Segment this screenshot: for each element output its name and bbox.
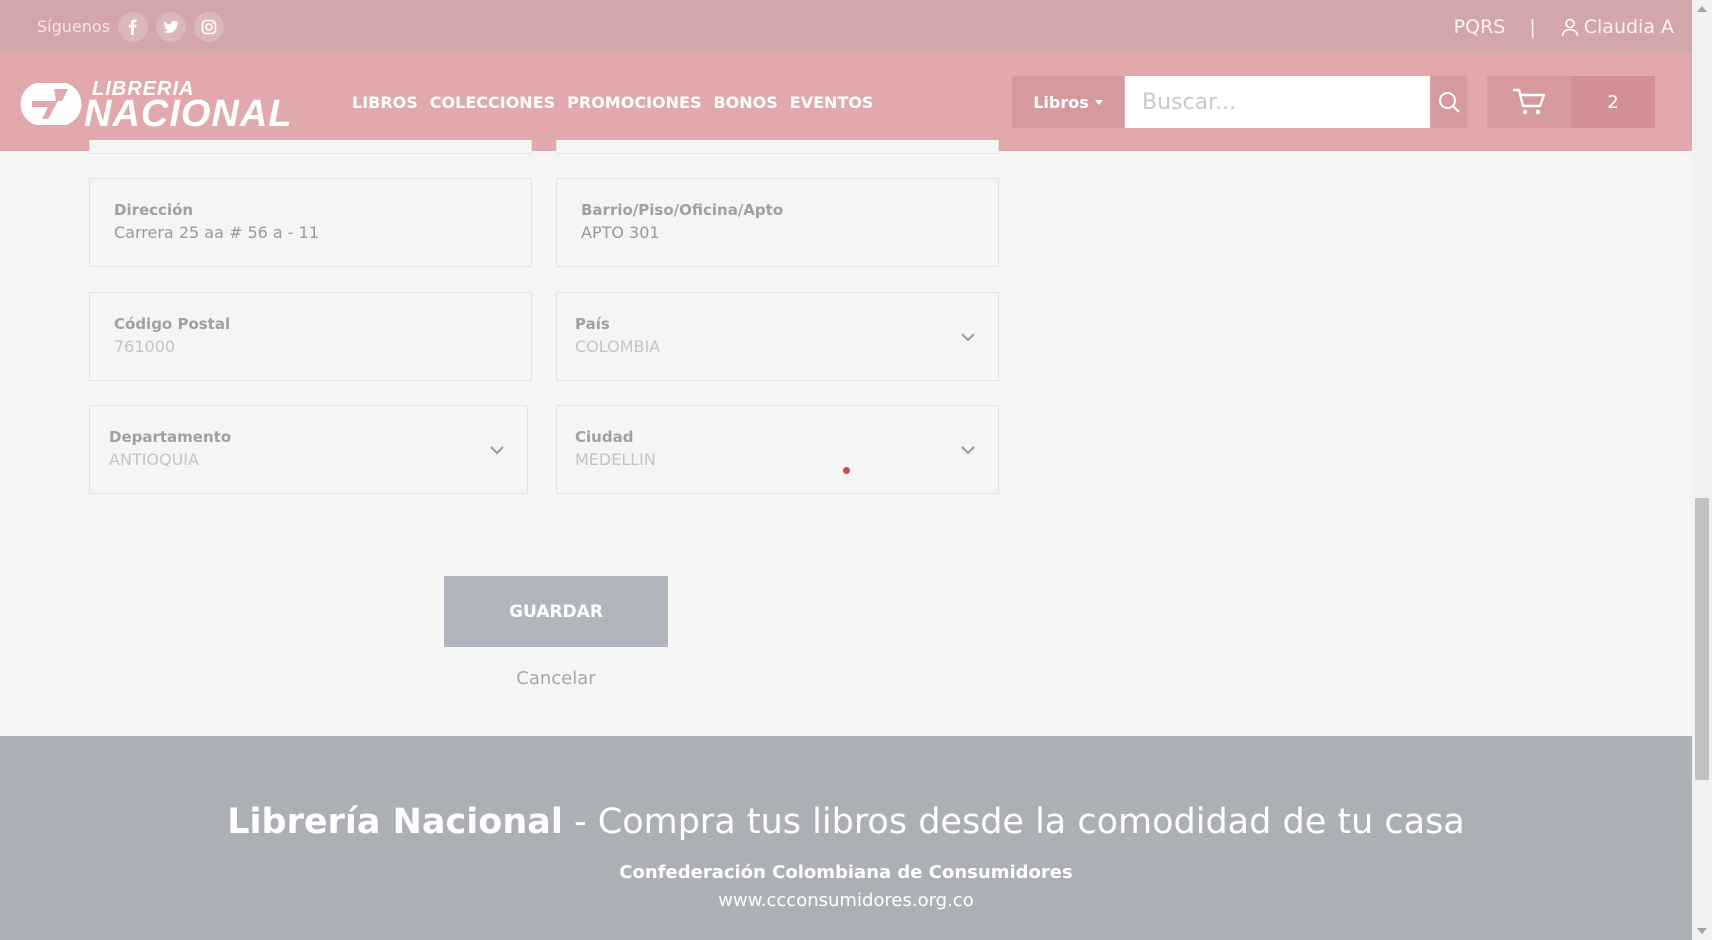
nav-colecciones[interactable]: COLECCIONES — [430, 93, 555, 112]
ciudad-value[interactable]: MEDELLIN — [575, 450, 974, 469]
logo-text-main: NACIONAL — [84, 93, 293, 135]
chevron-down-icon[interactable] — [960, 442, 976, 458]
cart-button[interactable]: 2 — [1487, 76, 1655, 128]
user-icon — [1561, 18, 1579, 36]
ciudad-label: Ciudad — [575, 428, 634, 446]
direccion-label: Dirección — [114, 201, 194, 219]
direccion-field[interactable]: Dirección Carrera 25 aa # 56 a - 11 — [89, 178, 532, 267]
caret-down-icon — [1094, 99, 1103, 105]
pais-value[interactable]: COLOMBIA — [575, 337, 974, 356]
follow-label: Síguenos — [37, 17, 111, 36]
scroll-down-icon[interactable] — [1697, 928, 1707, 934]
nav-promociones[interactable]: PROMOCIONES — [567, 93, 701, 112]
departamento-value[interactable]: ANTIOQUIA — [109, 450, 503, 469]
save-button[interactable]: GUARDAR — [444, 576, 668, 647]
page-scrollbar[interactable] — [1692, 0, 1712, 940]
direccion-value[interactable]: Carrera 25 aa # 56 a - 11 — [114, 223, 507, 242]
pais-label: País — [575, 315, 610, 333]
main-header: LIBRERIA NACIONAL LIBROS COLECCIONES PRO… — [0, 53, 1692, 151]
search-category-dropdown[interactable]: Libros — [1012, 76, 1124, 128]
user-name: Claudia A — [1583, 15, 1674, 38]
cart-icon-box — [1487, 76, 1571, 128]
barrio-label: Barrio/Piso/Oficina/Apto — [581, 201, 784, 219]
cancel-link[interactable]: Cancelar — [444, 668, 668, 689]
ciudad-select[interactable]: Ciudad MEDELLIN — [556, 405, 999, 494]
separator: | — [1529, 15, 1536, 38]
footer: Librería Nacional - Compra tus libros de… — [0, 736, 1692, 940]
search-input[interactable] — [1125, 76, 1430, 128]
footer-url[interactable]: www.ccconsumidores.org.co — [0, 890, 1692, 911]
departamento-select[interactable]: Departamento ANTIOQUIA — [89, 405, 528, 494]
user-account-link[interactable]: Claudia A — [1560, 16, 1674, 38]
twitter-icon[interactable] — [156, 11, 187, 42]
footer-tagline-text: - Compra tus libros desde la comodidad d… — [562, 802, 1465, 842]
previous-field-stub — [556, 140, 999, 154]
footer-tagline: Librería Nacional - Compra tus libros de… — [0, 802, 1692, 842]
chevron-down-icon[interactable] — [489, 442, 505, 458]
scrollbar-thumb[interactable] — [1695, 498, 1709, 780]
top-right-links: PQRS | Claudia A — [1454, 0, 1674, 53]
codigo-postal-label: Código Postal — [114, 315, 231, 333]
footer-brand: Librería Nacional — [227, 802, 563, 842]
departamento-label: Departamento — [109, 428, 232, 446]
chevron-down-icon[interactable] — [960, 329, 976, 345]
pqrs-link[interactable]: PQRS — [1454, 16, 1506, 38]
nav-libros[interactable]: LIBROS — [352, 93, 418, 112]
shopping-cart-icon — [1513, 88, 1546, 115]
search-icon — [1439, 92, 1460, 113]
instagram-icon[interactable] — [194, 11, 225, 42]
nav-bonos[interactable]: BONOS — [713, 93, 777, 112]
top-social-bar: Síguenos PQRS | Claudia A — [0, 0, 1692, 53]
previous-field-stub — [89, 140, 532, 154]
cart-count: 2 — [1571, 76, 1655, 128]
facebook-icon[interactable] — [118, 11, 149, 42]
barrio-field[interactable]: Barrio/Piso/Oficina/Apto APTO 301 — [556, 178, 999, 267]
logo-mark-icon — [20, 83, 82, 125]
scroll-up-icon[interactable] — [1697, 6, 1707, 12]
nav-eventos[interactable]: EVENTOS — [790, 93, 874, 112]
libreria-nacional-logo[interactable]: LIBRERIA NACIONAL — [18, 75, 292, 135]
main-nav: LIBROS COLECCIONES PROMOCIONES BONOS EVE… — [352, 53, 873, 151]
cursor-dot — [843, 467, 850, 474]
footer-org: Confederación Colombiana de Consumidores — [619, 862, 1073, 883]
search-button[interactable] — [1431, 76, 1467, 128]
codigo-postal-field[interactable]: Código Postal 761000 — [89, 292, 532, 381]
barrio-value[interactable]: APTO 301 — [581, 223, 974, 242]
pais-select[interactable]: País COLOMBIA — [556, 292, 999, 381]
category-label: Libros — [1033, 92, 1089, 112]
codigo-postal-value[interactable]: 761000 — [114, 337, 507, 356]
